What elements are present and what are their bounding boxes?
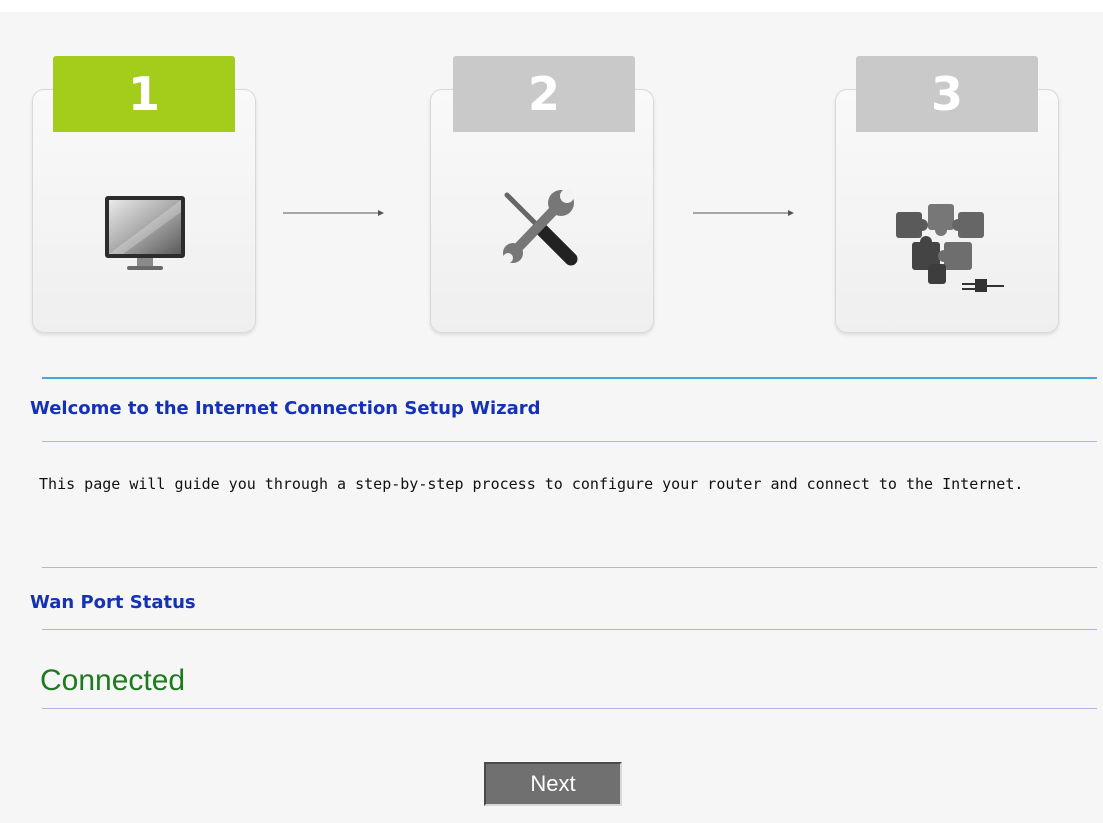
monitor-icon: [105, 196, 185, 270]
step-2-number: 2: [453, 56, 635, 132]
step-arrow-2: [693, 210, 794, 216]
puzzle-icon: [896, 204, 1004, 292]
wan-bottom-rule: [42, 708, 1097, 709]
welcome-description: This page will guide you through a step-…: [30, 475, 1024, 493]
wan-mid-rule: [42, 629, 1097, 630]
step-3-number: 3: [856, 56, 1038, 132]
step-1-number: 1: [53, 56, 235, 132]
welcome-top-rule: [42, 377, 1097, 379]
wan-status-value: Connected: [40, 664, 186, 697]
tools-icon: [503, 189, 578, 266]
welcome-heading: Welcome to the Internet Connection Setup…: [30, 398, 541, 419]
wan-top-rule: [42, 567, 1097, 568]
step-arrow-1: [283, 210, 384, 216]
wizard-panel: 1 2 3 Welcome to the Internet Connection…: [0, 12, 1103, 823]
welcome-bottom-rule: [42, 441, 1097, 442]
next-button[interactable]: Next: [484, 762, 622, 806]
wan-heading: Wan Port Status: [30, 592, 196, 613]
